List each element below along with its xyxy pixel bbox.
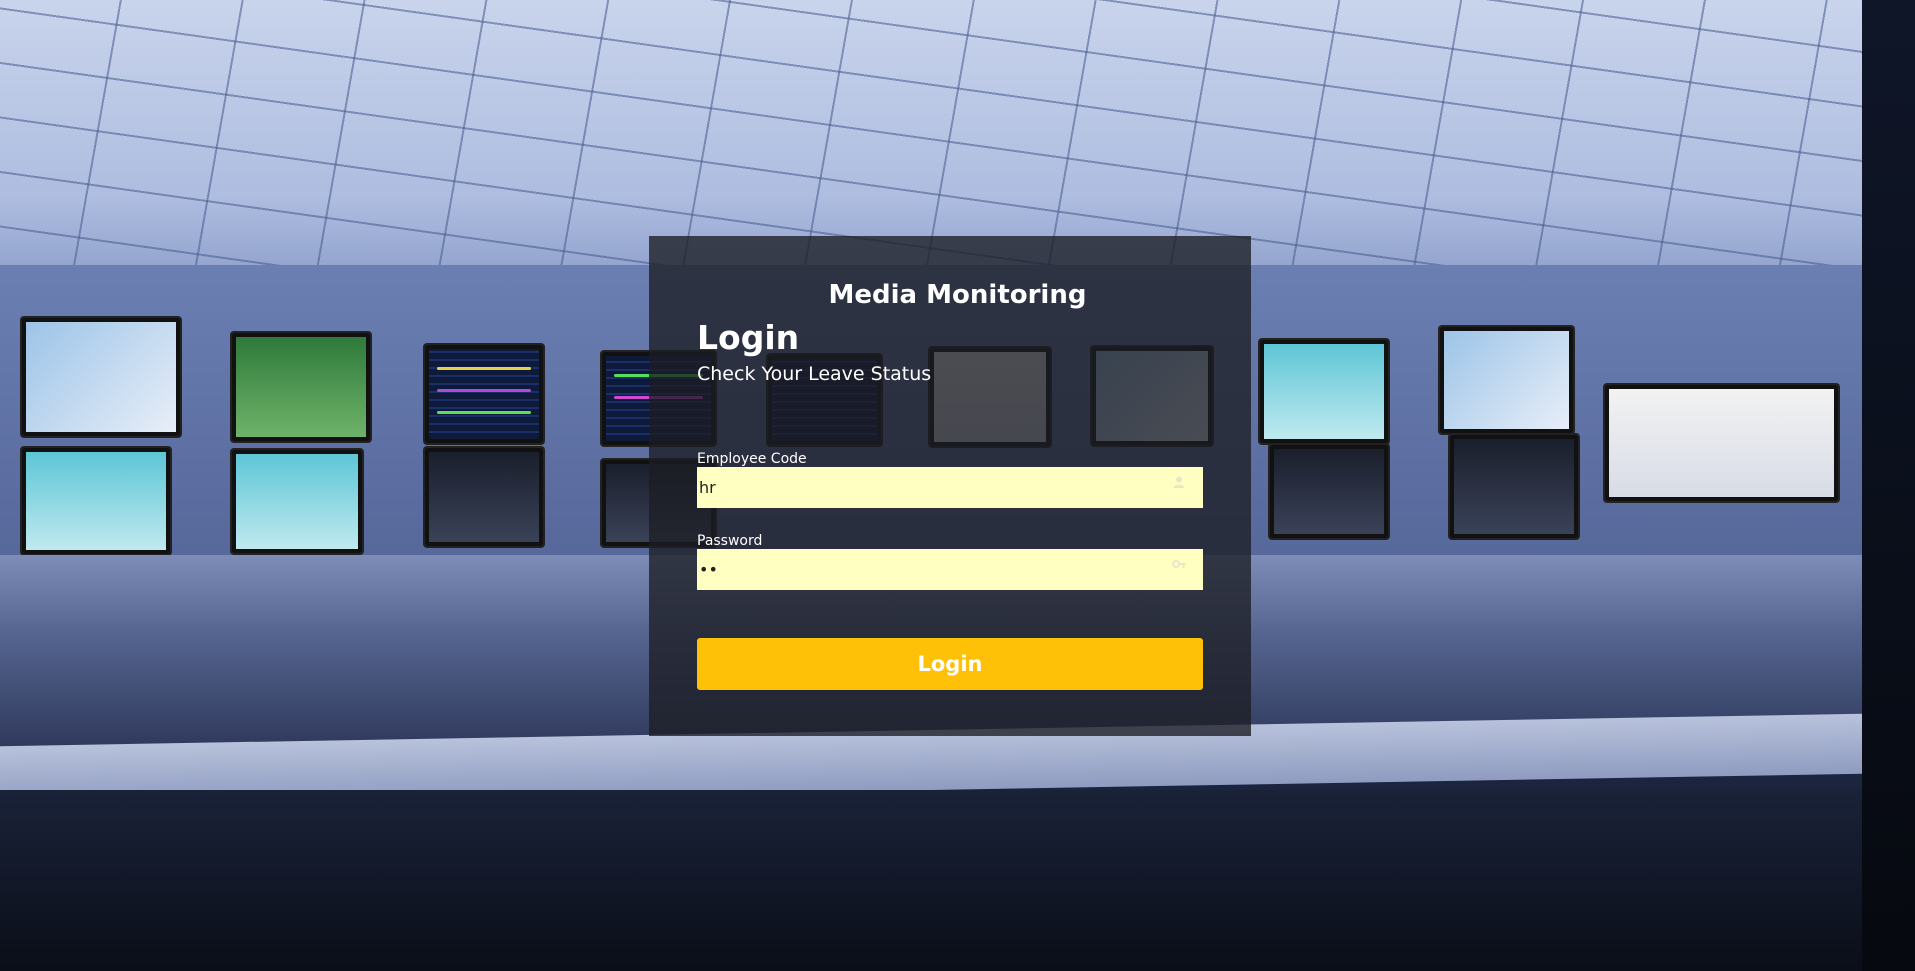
password-input[interactable] bbox=[697, 549, 1203, 590]
password-label: Password bbox=[697, 533, 763, 549]
monitor bbox=[425, 345, 543, 443]
employee-code-input[interactable] bbox=[697, 467, 1203, 508]
employee-code-label: Employee Code bbox=[697, 451, 807, 467]
app-title: Media Monitoring bbox=[828, 280, 1087, 310]
floor bbox=[0, 790, 1862, 971]
right-edge-strip bbox=[1862, 0, 1915, 971]
monitor bbox=[1440, 327, 1573, 433]
key-icon bbox=[1172, 556, 1186, 570]
login-button[interactable]: Login bbox=[697, 638, 1203, 690]
monitor bbox=[22, 318, 180, 436]
person-icon bbox=[1172, 474, 1186, 488]
monitor bbox=[232, 450, 362, 553]
monitor bbox=[1450, 435, 1578, 538]
monitor bbox=[232, 333, 370, 441]
monitor bbox=[1270, 445, 1388, 538]
monitor bbox=[1260, 340, 1388, 443]
monitor bbox=[1605, 385, 1838, 501]
monitor bbox=[425, 448, 543, 546]
login-subheading: Check Your Leave Status bbox=[697, 363, 932, 385]
monitor bbox=[22, 448, 170, 554]
login-heading: Login bbox=[697, 318, 800, 357]
